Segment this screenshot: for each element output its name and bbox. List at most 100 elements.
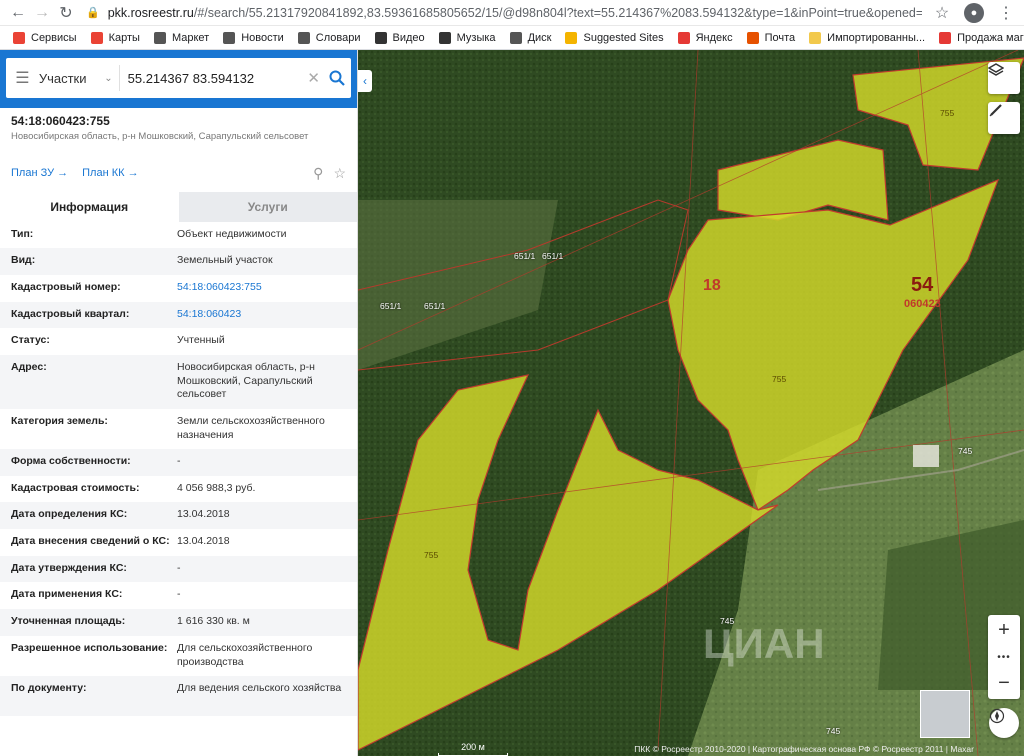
bookmark-label: Продажа магазино... [957,31,1024,44]
bookmark-item[interactable]: Продажа магазино... [932,28,1024,48]
row-key: Форма собственности: [11,455,131,467]
parcel-label-651-1: 651/1 [380,301,402,311]
parcel-label-745: 745 [958,446,973,456]
table-row: Кадастровая стоимость: 4 056 988,3 руб. [0,476,357,502]
more-dots-icon[interactable]: ••• [997,652,1011,663]
compass-icon[interactable] [989,708,1019,738]
info-panel: ☰ Участки ⌄ ✕ 54:18:060423:755 Новосибир… [0,50,358,756]
bookmark-item[interactable]: Карты [84,28,147,48]
parcel-label-651-1: 651/1 [542,251,564,261]
row-value[interactable]: 54:18:060423 [177,308,346,328]
row-key: Дата внесения сведений о КС: [11,535,170,547]
bookmark-label: Яндекс [695,31,733,44]
menu-dots-icon[interactable]: ⋮ [994,2,1018,24]
bookmark-item[interactable]: Диск [503,28,559,48]
row-key: Уточненная площадь: [11,615,126,627]
bookmark-icon [297,31,310,44]
bookmark-label: Маркет [171,31,210,44]
bookmark-icon [374,31,387,44]
hamburger-icon[interactable]: ☰ [6,68,39,88]
table-row: По документу: Для ведения сельского хозяй… [0,676,357,716]
row-key: Статус: [11,334,50,346]
url-host: pkk.rosreestr.ru [107,5,194,20]
row-value: Объект недвижимости [177,228,287,240]
bookmark-icon [13,31,25,44]
table-row: Разрешенное использование: Для сельскохоз… [0,636,357,676]
bookmark-label: Видео [392,31,425,44]
favorite-star-icon[interactable]: ☆ [333,165,346,182]
search-header: ☰ Участки ⌄ ✕ [0,50,357,108]
watermark: ЦИАН [703,620,825,667]
table-row: Дата утверждения КС: - [0,556,357,582]
bookmark-item[interactable]: Suggested Sites [558,28,670,48]
address-bar: ← → ↻ 🔒 pkk.rosreestr.ru/#/search/55.213… [0,0,1024,26]
tab-info[interactable]: Информация [0,192,179,222]
search-input[interactable] [119,70,304,86]
row-value: Для сельскохозяйственного производства [177,642,313,668]
row-value: - [177,588,181,600]
row-key: Кадастровая стоимость: [11,482,140,494]
url-field[interactable]: 🔒 pkk.rosreestr.ru/#/search/55.213179208… [86,2,922,24]
bookmark-item[interactable]: Импортированны... [802,28,932,48]
bookmark-item[interactable]: Сервисы [6,28,84,48]
bookmark-item[interactable]: Новости [216,28,291,48]
zoom-to-object-icon[interactable]: ⚲ [313,165,323,182]
bookmark-item[interactable]: Музыка [432,28,503,48]
minimap[interactable] [920,690,970,738]
row-value: Учтенный [177,334,225,346]
table-row: Категория земель: Земли сельскохозяйствен… [0,409,357,449]
profile-icon[interactable]: ● [964,2,984,23]
clear-icon[interactable]: ✕ [304,69,324,87]
row-value[interactable]: 54:18:060423:755 [177,281,346,302]
reload-icon[interactable]: ↻ [54,2,78,24]
bookmark-item[interactable]: Почта [740,28,803,48]
table-row: Дата применения КС: - [0,582,357,609]
collapse-panel-icon[interactable]: ‹ [358,70,372,92]
row-key: Адрес: [11,361,47,373]
row-key: Кадастровый квартал: [11,308,130,320]
back-icon[interactable]: ← [6,2,30,24]
parcel-label-755: 755 [424,550,439,560]
row-key: Дата определения КС: [11,508,128,520]
search-icon[interactable] [324,70,351,86]
bookmarks-bar: Сервисы Карты Маркет Новости Словари Видео Муз… [0,26,1024,50]
row-value: 13.04.2018 [177,508,230,520]
plan-kk-link[interactable]: План КК → [82,167,138,179]
row-value: 1 616 330 кв. м [177,615,250,627]
bookmark-label: Почта [764,31,796,44]
district-label: 18 [703,277,721,294]
tab-services[interactable]: Услуги [178,192,357,222]
zoom-in-icon[interactable]: + [998,619,1010,642]
table-row: Адрес: Новосибирская область, р-н Мошковс… [0,355,357,409]
map-view[interactable]: 755 755 755 745 745 745 651/1 651/1 651/… [358,50,1024,756]
parcel-label-651-1: 651/1 [514,251,536,261]
bookmark-icon [746,31,759,44]
row-value: Земли сельскохозяйственного назначения [177,415,325,441]
parcel-header: 54:18:060423:755 Новосибирская область, … [0,108,357,142]
bookmark-icon [939,31,952,44]
region-label: 54 [911,274,934,296]
parcel-label-755: 755 [772,374,787,384]
layers-icon[interactable] [988,62,1020,94]
row-value: Новосибирская область, р-н Мошковский, С… [177,361,315,400]
row-key: Вид: [11,254,36,266]
bookmark-icon [565,31,578,44]
star-icon[interactable]: ☆ [930,2,954,24]
search-box: ☰ Участки ⌄ ✕ [6,58,351,98]
plan-zu-link[interactable]: План ЗУ → [11,167,68,179]
copyright-text: ПКК © Росреестр 2010-2020 | Картографиче… [634,744,974,754]
category-select[interactable]: Участки ⌄ [39,65,120,91]
info-table: Тип: Объект недвижимости Вид: Земельный уча… [0,222,357,716]
bookmark-item[interactable]: Маркет [147,28,216,48]
ruler-icon[interactable] [988,102,1020,134]
zoom-out-icon[interactable]: − [998,672,1010,695]
bookmark-item[interactable]: Словари [291,28,368,48]
row-key: Кадастровый номер: [11,281,121,293]
bookmark-item[interactable]: Яндекс [671,28,740,48]
parcel-number: 54:18:060423:755 [11,114,110,128]
forward-icon[interactable]: → [30,2,54,24]
row-key: Категория земель: [11,415,108,427]
bookmark-icon [509,31,522,44]
bookmark-item[interactable]: Видео [368,28,432,48]
table-row: Тип: Объект недвижимости [0,222,357,248]
